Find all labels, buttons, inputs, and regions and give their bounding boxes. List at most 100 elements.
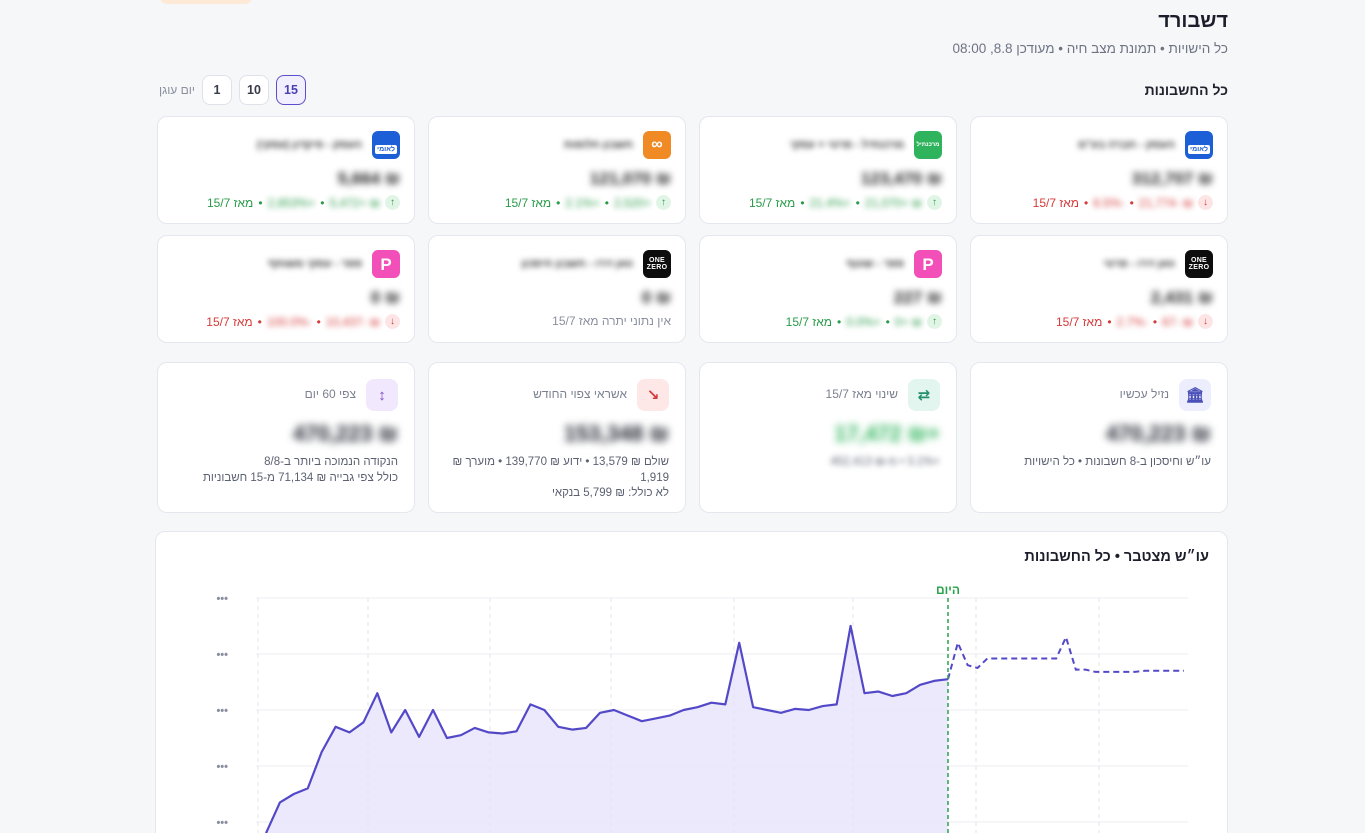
account-change: ↓ ₪ -67 • -2.7% • מאז 15/7 <box>1056 314 1213 329</box>
account-change: אין נתוני יתרה מאז 15/7 <box>552 314 671 328</box>
credit-down-icon: ↘ <box>637 379 669 411</box>
stat-value: ₪ 153,348 <box>563 421 669 446</box>
since-date: מאז 15/7 <box>206 195 254 210</box>
account-name: מרכנתיל - פרטי + עסקי <box>789 139 904 151</box>
leumi-logo-icon: לאומי <box>1185 131 1213 159</box>
change-amount: ₪ -10,437 <box>325 314 380 329</box>
stat-subtext-line: כולל צפי גבייה ₪ 71,134 מ-15 חשבוניות <box>202 471 398 484</box>
since-date: מאז 15/7 <box>206 314 253 329</box>
summary-stats-row: 🏛 נזיל עכשיו ₪ 470,223 עו״ש וחיסכון ב-8 … <box>155 362 1228 513</box>
change-amount: ₪ -21,774 <box>1138 195 1193 210</box>
arrow-up-icon: ↑ <box>385 195 400 210</box>
change-percent: +21.4% <box>809 195 851 210</box>
account-card[interactable]: מרכנתיל מרכנתיל - פרטי + עסקי ₪ 123,470 ↑ ₪ … <box>699 116 957 224</box>
account-change: ↑ +2,520 • +2.1% • מאז 15/7 <box>505 195 671 210</box>
change-percent: +2.1% <box>565 195 600 210</box>
account-change: ↑ ₪ +21,070 • +21.4% • מאז 15/7 <box>749 195 942 210</box>
page-subtitle: כל הישויות • תמונת מצב חיה • מעודכן 8.8,… <box>952 41 1228 56</box>
balance-line-chart[interactable]: ••• ••• ••• ••• ••• היום <box>156 532 1228 833</box>
separator-dot: • <box>885 314 890 329</box>
account-balance: ₪ 0 <box>370 288 400 307</box>
stat-subtext: הנקודה הנמוכה ביותר ב-8/8 כולל צפי גבייה… <box>172 455 398 486</box>
account-balance: ₪ 123,470 <box>860 169 942 188</box>
window-button-15[interactable]: 15 <box>276 75 306 105</box>
window-button-1[interactable]: 1 <box>202 75 232 105</box>
stat-subtext-line: עו״ש וחיסכון ב-8 חשבונות • כל הישויות <box>1024 456 1211 468</box>
account-name: פפר - עסקי משותף <box>268 258 362 270</box>
stat-subtext: +3.1% • מ-₪ 452,413 <box>714 455 940 471</box>
stat-card-credit[interactable]: ↘ אשראי צפוי החודש ₪ 153,348 שולם ₪ 13,5… <box>428 362 686 513</box>
since-date: מאז 15/7 <box>1032 195 1079 210</box>
account-balance: ₪ 312,707 <box>1131 169 1213 188</box>
account-change: ↑ ₪ +0 • +0.0% • מאז 15/7 <box>786 314 942 329</box>
swap-icon: ⇄ <box>908 379 940 411</box>
anchor-day-selector: יום עוגן 1 10 15 <box>155 75 306 105</box>
account-card[interactable]: ONE ZERO וואן זירו - חשבון חיסכון ₪ 0 אין נ… <box>428 235 686 343</box>
leumi-logo-icon: לאומי <box>372 131 400 159</box>
account-name: העסק - פיקדון (עסקי) <box>257 139 362 151</box>
arrow-down-icon: ↓ <box>1198 314 1213 329</box>
account-name: פפר - שוטף <box>846 258 904 270</box>
account-balance: ₪ 227 <box>893 288 942 307</box>
y-tick-label: ••• <box>216 761 228 773</box>
top-decoration <box>160 0 252 4</box>
y-tick-label: ••• <box>216 705 228 717</box>
stat-subtext-line: הנקודה הנמוכה ביותר ב-8/8 <box>264 456 398 468</box>
change-percent: +0.0% <box>846 314 881 329</box>
account-change: ↑ ₪ +5,472 • +2,853% • מאז 15/7 <box>207 195 400 210</box>
page-title: דשבורד <box>1158 10 1228 32</box>
window-button-10[interactable]: 10 <box>239 75 269 105</box>
change-amount: ₪ +0 <box>894 314 922 329</box>
forecast-icon: ↕ <box>366 379 398 411</box>
stat-card-change[interactable]: ⇄ שינוי מאז 15/7 +₪ 17,472 +3.1% • מ-₪ 4… <box>699 362 957 513</box>
stat-subtext-line: לא כולל: ₪ 5,799 בנקאי <box>551 487 669 499</box>
separator-dot: • <box>1152 314 1158 329</box>
y-tick-label: ••• <box>216 649 228 661</box>
account-change: ↓ ₪ -10,437 • -100.0% • מאז 15/7 <box>206 314 400 329</box>
separator-dot: • <box>855 195 860 210</box>
stat-card-forecast[interactable]: ↕ צפי 60 יום ₪ 470,223 הנקודה הנמוכה ביו… <box>157 362 415 513</box>
no-data-text: אין נתוני יתרה מאז 15/7 <box>552 314 671 328</box>
account-balance: ₪ 5,664 <box>337 169 400 188</box>
y-tick-label: ••• <box>216 593 228 605</box>
account-change: ↓ ₪ -21,774 • -6.5% • מאז 15/7 <box>1033 195 1213 210</box>
account-balance: ₪ 121,070 <box>589 169 671 188</box>
since-date: מאז 15/7 <box>504 195 552 210</box>
balance-chart-card: עו״ש מצטבר • כל החשבונות ••• ••• ••• ••• •••… <box>155 531 1228 833</box>
change-amount: ₪ +5,472 <box>329 195 380 210</box>
change-percent: -2.7% <box>1116 314 1148 329</box>
account-card[interactable]: P פפר - עסקי משותף ₪ 0 ↓ ₪ -10,437 • -100.0% • מ… <box>157 235 415 343</box>
account-card[interactable]: לאומי העסק - פיקדון (עסקי) ₪ 5,664 ↑ ₪ +5,47… <box>157 116 415 224</box>
arrow-up-icon: ↑ <box>656 195 671 210</box>
account-card[interactable]: ONE ZERO וואן זירו - פרטי ₪ 2,431 ↓ ₪ -67 • -2… <box>970 235 1228 343</box>
separator-dot: • <box>837 314 842 329</box>
anchor-day-label: יום עוגן <box>159 83 195 97</box>
since-date: מאז 15/7 <box>1055 314 1103 329</box>
account-name: וואן זירו - חשבון חיסכון <box>521 258 633 270</box>
since-date: מאז 15/7 <box>748 195 796 210</box>
account-card[interactable]: ∞ חשבון חלופות ₪ 121,070 ↑ +2,520 • +2.1% • מאז … <box>428 116 686 224</box>
today-label: היום <box>936 583 960 597</box>
stat-card-liquid[interactable]: 🏛 נזיל עכשיו ₪ 470,223 עו״ש וחיסכון ב-8 … <box>970 362 1228 513</box>
stat-value: ₪ 470,223 <box>1105 421 1211 446</box>
arrow-up-icon: ↑ <box>927 195 942 210</box>
pepper-logo-icon: P <box>372 250 400 278</box>
separator-dot: • <box>800 195 805 210</box>
stat-value: ₪ 470,223 <box>292 421 398 446</box>
stat-label: אשראי צפוי החודש <box>533 387 627 401</box>
separator-dot: • <box>556 195 561 210</box>
stat-subtext-line: +3.1% • מ-₪ 452,413 <box>830 456 940 468</box>
onezero-logo-icon: ONE ZERO <box>1185 250 1213 278</box>
account-card[interactable]: P פפר - שוטף ₪ 227 ↑ ₪ +0 • +0.0% • מאז 15/7 <box>699 235 957 343</box>
stat-value: +₪ 17,472 <box>834 421 940 446</box>
account-name: חשבון חלופות <box>564 139 633 151</box>
account-card[interactable]: לאומי העסק - חברה בע"מ ₪ 312,707 ↓ ₪ -21,774… <box>970 116 1228 224</box>
change-amount: ₪ +21,070 <box>864 195 922 210</box>
separator-dot: • <box>257 314 262 329</box>
y-tick-label: ••• <box>216 817 228 829</box>
separator-dot: • <box>258 195 263 210</box>
separator-dot: • <box>1107 314 1112 329</box>
orange-logo-icon: ∞ <box>643 131 671 159</box>
accounts-grid: לאומי העסק - חברה בע"מ ₪ 312,707 ↓ ₪ -21,774… <box>155 116 1228 343</box>
account-name: העסק - חברה בע"מ <box>1078 139 1175 151</box>
